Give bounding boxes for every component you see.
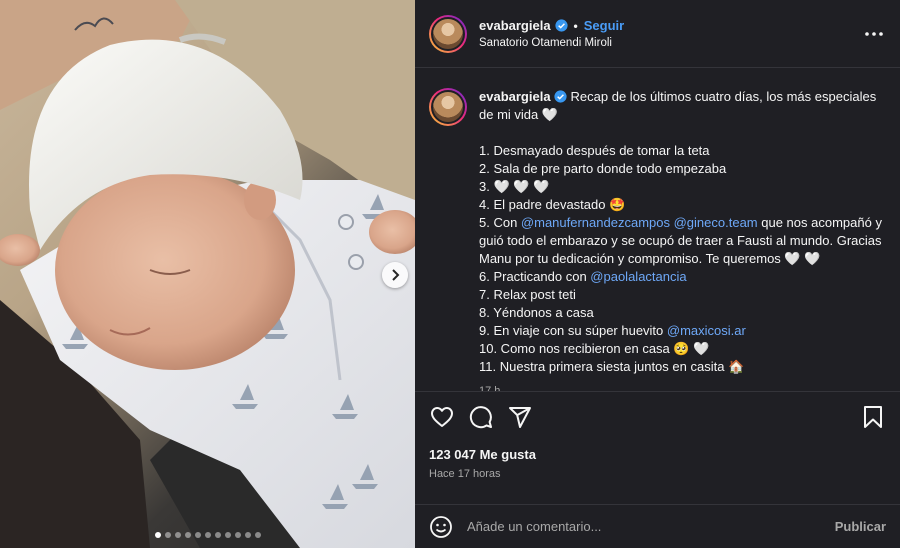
next-image-button[interactable] [382,262,408,288]
avatar[interactable] [429,14,467,53]
share-button[interactable] [507,404,533,430]
post-side-panel: evabargiela • Seguir Sanatorio Otamendi … [415,0,900,548]
more-options-button[interactable] [862,22,886,46]
post-header: evabargiela • Seguir Sanatorio Otamendi … [415,0,900,68]
carousel-dot [204,532,211,538]
emoji-icon[interactable] [429,515,453,539]
caption-line-3: 3. 🤍 🤍 🤍 [479,179,550,194]
carousel-dot [154,532,161,538]
comment-icon [469,406,492,429]
instagram-post: evabargiela • Seguir Sanatorio Otamendi … [0,0,900,548]
separator: • [573,18,578,33]
mention-link[interactable]: @paolalactancia [590,269,686,284]
carousel-dot [174,532,181,538]
like-count[interactable]: 123 047 Me gusta [429,447,886,462]
comment-button[interactable] [468,404,494,430]
chevron-right-icon [392,269,400,281]
caption-line-5-prefix: 5. Con [479,215,521,230]
caption-line-4: 4. El padre devastado 🤩 [479,197,626,212]
heart-icon [431,407,453,427]
post-actions: 123 047 Me gusta Hace 17 horas [415,391,900,504]
share-icon [509,407,531,428]
carousel-dot [224,532,231,538]
caption-line-6: 6. Practicando con @paolalactancia [479,268,886,286]
like-button[interactable] [429,404,455,430]
more-options-icon [865,31,883,36]
caption-line-7: 7. Relax post teti [479,287,576,302]
carousel-dot [184,532,191,538]
caption-line-8: 8. Yéndonos a casa [479,305,594,320]
caption-line-5: 5. Con @manufernandezcampos @gineco.team… [479,214,886,268]
caption-line-2: 2. Sala de pre parto donde todo empezaba [479,161,727,176]
follow-button[interactable]: Seguir [584,18,624,33]
mention-link[interactable]: @maxicosi.ar [667,323,746,338]
carousel-indicator [0,532,415,538]
comments-section: evabargiela Recap de los últimos cuatro d… [415,68,900,391]
carousel-dot [254,532,261,538]
mention-link[interactable]: @gineco.team [674,215,758,230]
caption-line-6-prefix: 6. Practicando con [479,269,591,284]
carousel-dot [214,532,221,538]
post-media[interactable] [0,0,415,548]
verified-badge-icon [554,19,568,32]
comment-input[interactable] [467,519,835,534]
caption-line-9-prefix: 9. En viaje con su súper huevito [479,323,667,338]
mention-link[interactable]: @manufernandezcampos [521,215,670,230]
caption-username[interactable]: evabargiela [479,89,551,104]
publish-button[interactable]: Publicar [835,519,886,534]
caption-line-10: 10. Como nos recibieron en casa 🥺 🤍 [479,341,710,356]
carousel-dot [244,532,251,538]
caption-line-11: 11. Nuestra primera siesta juntos en cas… [479,359,745,374]
baby-photo [0,0,415,548]
verified-badge-icon [553,90,567,103]
caption-line-1: 1. Desmayado después de tomar la teta [479,143,710,158]
location-link[interactable]: Sanatorio Otamendi Miroli [479,37,862,49]
caption-line-9: 9. En viaje con su súper huevito @maxico… [479,322,886,340]
carousel-dot [234,532,241,538]
bookmark-icon [864,406,882,428]
save-button[interactable] [860,404,886,430]
carousel-dot [164,532,171,538]
post-timestamp: Hace 17 horas [429,468,501,480]
username-link[interactable]: evabargiela [479,18,551,33]
caption-timestamp[interactable]: 17 h [479,382,886,391]
carousel-dot [194,532,201,538]
caption: evabargiela Recap de los últimos cuatro d… [429,88,886,391]
caption-avatar[interactable] [429,88,467,126]
comment-bar: Publicar [415,504,900,548]
